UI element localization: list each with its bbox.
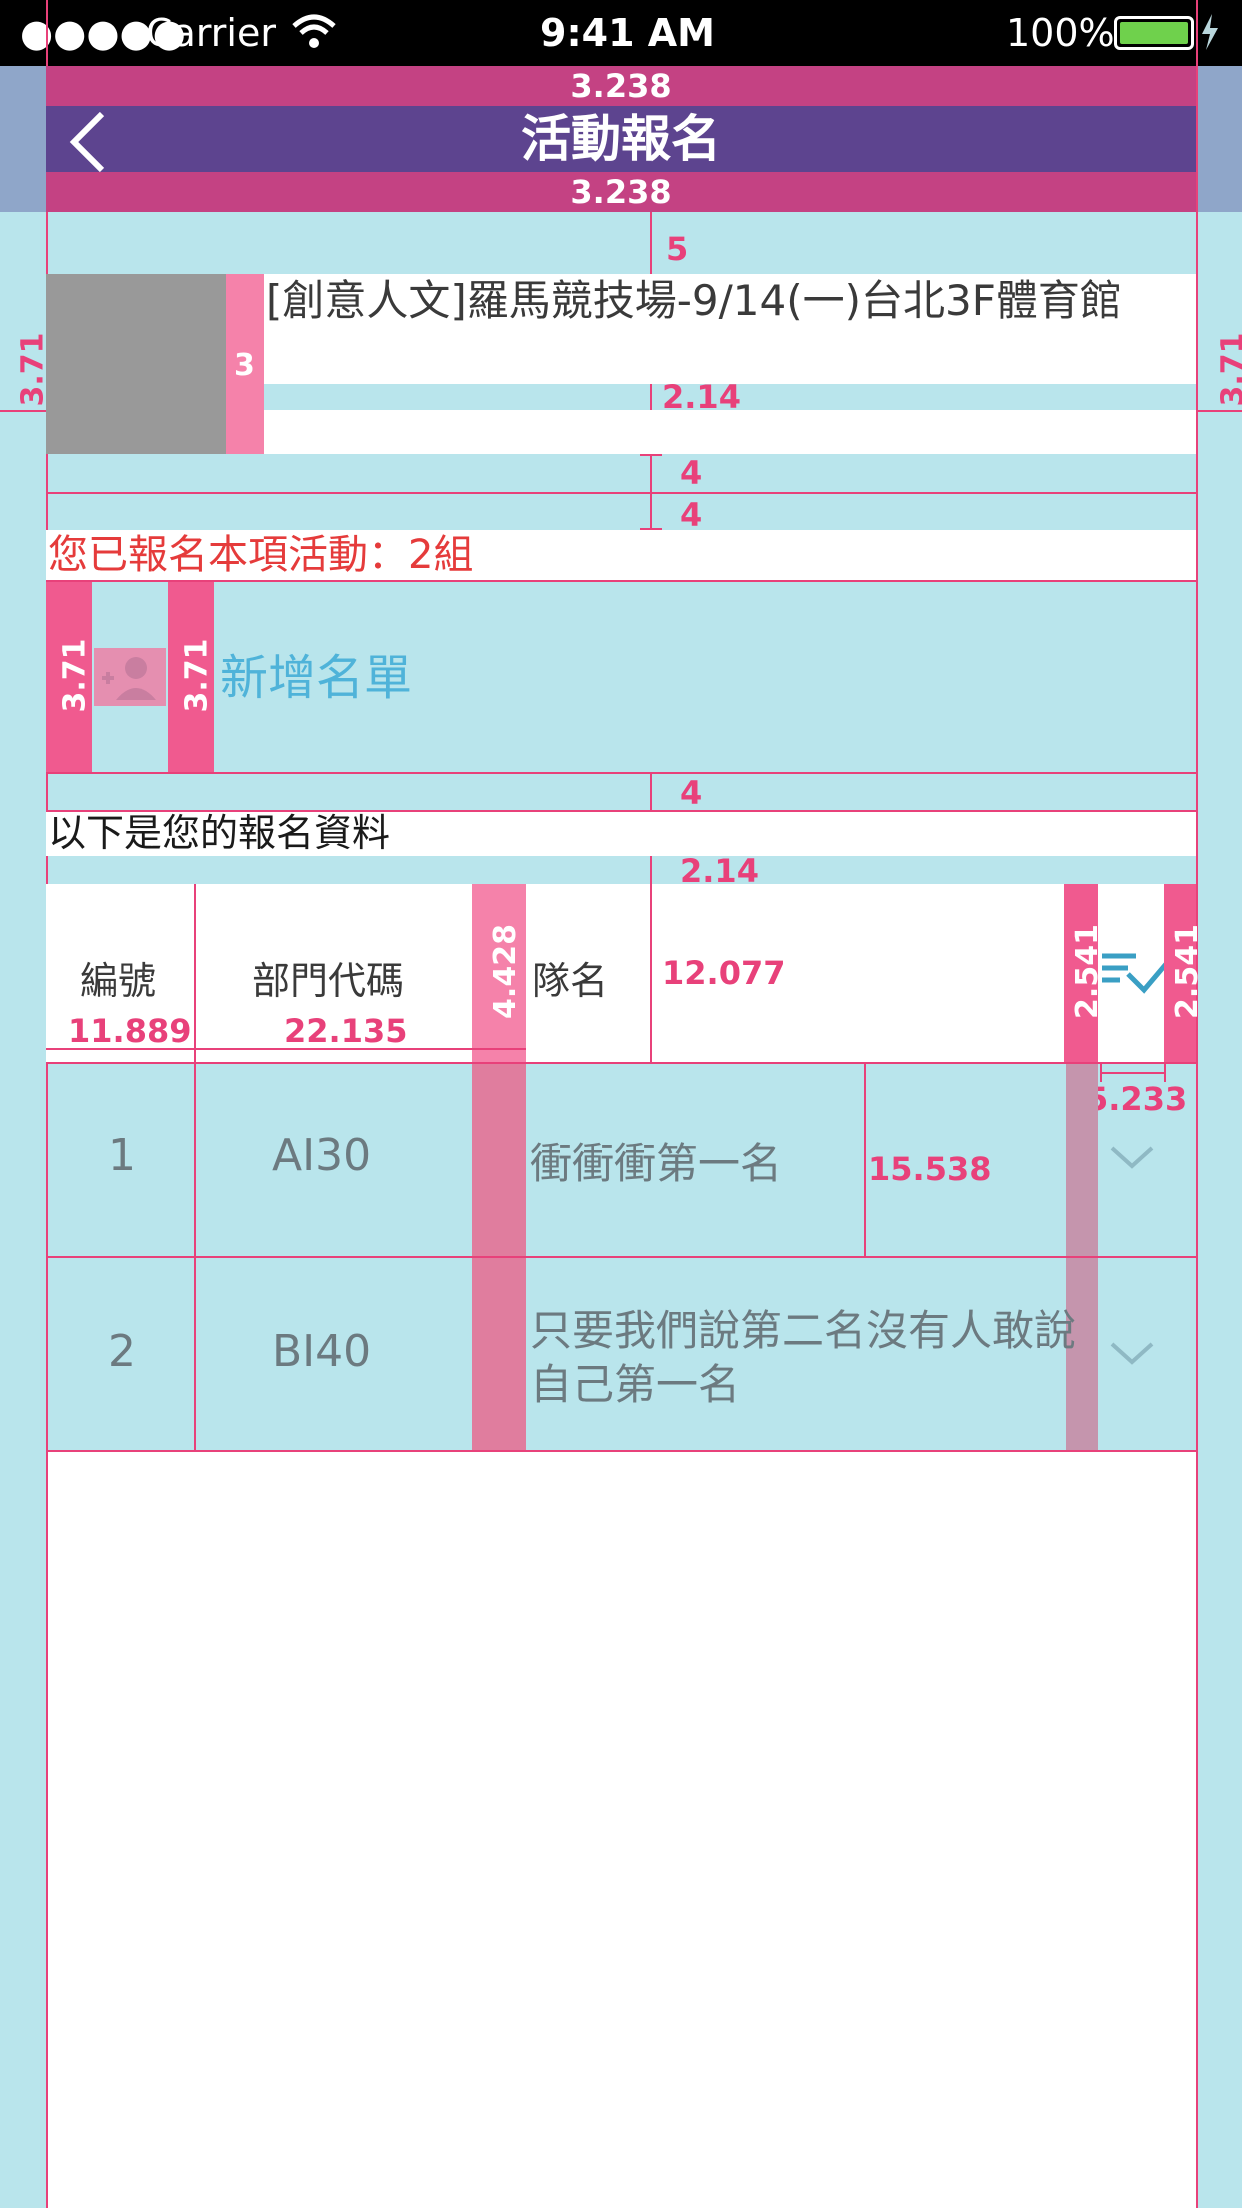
carrier-label: Carrier <box>146 11 276 55</box>
registered-notice-row: 您已報名本項活動：2組 <box>46 530 1196 580</box>
status-bar: ●●●●● Carrier 9:41 AM 100% <box>0 0 1242 66</box>
battery-label: 100% <box>1006 11 1115 55</box>
gap-4-tick-top <box>640 454 662 456</box>
chevron-down-icon <box>1110 1342 1154 1365</box>
header-col-divider-1 <box>194 884 196 1062</box>
event-card[interactable]: 3 [創意人文]羅馬競技場-9/14(一)台北3F體育館 2.14 <box>46 274 1196 454</box>
page-title: 活動報名 <box>521 110 721 168</box>
gap-4c-line <box>650 774 652 810</box>
icon-right-guide: 3.71 <box>168 582 215 774</box>
title-gap-label: 2.14 <box>662 378 741 416</box>
event-thumbnail <box>46 274 226 454</box>
chevron-down-icon <box>1110 1146 1154 1169</box>
sort-filter-icon[interactable] <box>1100 950 1170 1004</box>
row-2-team: 只要我們說第二名沒有人敢說自己第一名 <box>530 1306 1077 1409</box>
nav-bar: 活動報名 <box>46 106 1196 173</box>
col-number-label: 11.889 <box>68 1012 192 1050</box>
add-list-label: 新增名單 <box>220 650 413 706</box>
add-list-bottom-line <box>46 772 1196 774</box>
gap-4b-label: 4 <box>680 496 703 534</box>
thumb-gap-guide: 3 <box>226 274 264 454</box>
header-team: 隊名 <box>532 959 609 1003</box>
row-1-expand-button[interactable] <box>1110 1144 1154 1176</box>
gap-4c-label: 4 <box>680 774 703 812</box>
section-title-row: 以下是您的報名資料 <box>46 810 1196 856</box>
charging-icon <box>1198 12 1222 56</box>
gap-top-label: 5 <box>666 230 689 268</box>
col-spacer-guide: 4.428 <box>472 884 526 1062</box>
left-nav-shade <box>0 66 46 212</box>
col-width-line <box>46 1048 526 1050</box>
filter-left-guide: 2.541 <box>1064 884 1105 1062</box>
row-height-line <box>864 1064 866 1258</box>
section-top-line <box>46 810 1196 812</box>
filter-right-label: 2.541 <box>1169 924 1205 1019</box>
section-title: 以下是您的報名資料 <box>48 811 391 855</box>
row-1-team: 衝衝衝第一名 <box>530 1139 783 1188</box>
table-row[interactable]: 2 BI40 只要我們說第二名沒有人敢說自己第一名 <box>46 1258 1196 1452</box>
left-side-tick <box>0 410 46 412</box>
row-height-label: 15.538 <box>868 1150 992 1188</box>
nav-bottom-guide: 3.238 <box>46 172 1196 212</box>
col-spacer-label: 4.428 <box>487 924 523 1019</box>
right-guide-line <box>1196 0 1198 2208</box>
row-2-number: 2 <box>108 1326 136 1377</box>
col-team-label: 12.077 <box>662 954 786 992</box>
thumb-gap-label: 3 <box>234 348 255 383</box>
gap-top-line <box>650 212 652 274</box>
nav-top-guide: 3.238 <box>46 66 1196 106</box>
right-side-tick <box>1196 410 1242 412</box>
team-width-line <box>650 884 652 1062</box>
header-number: 編號 <box>80 959 157 1003</box>
table-row[interactable]: 1 AI30 衝衝衝第一名 15.538 <box>46 1064 1196 1258</box>
row-1-department: AI30 <box>272 1130 372 1181</box>
col-department-label: 22.135 <box>284 1012 408 1050</box>
row-1-number: 1 <box>108 1130 136 1181</box>
header-department: 部門代碼 <box>252 959 405 1003</box>
event-title: [創意人文]羅馬競技場-9/14(一)台北3F體育館 <box>266 276 1122 325</box>
table-header: 4.428 編號 部門代碼 隊名 12.077 11.889 22.135 2.… <box>46 884 1205 1062</box>
icon-right-label: 3.71 <box>179 638 215 713</box>
side-right-label: 3.71 <box>1215 332 1242 407</box>
gap-2-14-line <box>650 856 652 884</box>
add-list-button[interactable]: 3.71 3.71 新增名單 <box>46 582 1196 774</box>
row-2-department: BI40 <box>272 1326 372 1377</box>
icon-left-label: 3.71 <box>57 638 93 713</box>
title-gap-line <box>650 384 652 410</box>
divider-line <box>46 492 1196 494</box>
gap-4-line <box>650 454 652 530</box>
filter-right-guide: 2.541 <box>1164 884 1205 1062</box>
right-nav-shade <box>1196 66 1242 212</box>
registered-notice: 您已報名本項活動：2組 <box>48 532 474 578</box>
icon-left-guide: 3.71 <box>46 582 93 774</box>
add-person-icon <box>94 648 166 706</box>
time-label: 9:41 AM <box>540 11 715 55</box>
body-col-divider-1 <box>194 1064 196 1452</box>
empty-content-area <box>48 1452 1196 2208</box>
row-2-expand-button[interactable] <box>1110 1340 1154 1372</box>
battery-icon <box>1114 16 1194 50</box>
gap-4a-label: 4 <box>680 454 703 492</box>
wifi-icon <box>290 14 338 54</box>
